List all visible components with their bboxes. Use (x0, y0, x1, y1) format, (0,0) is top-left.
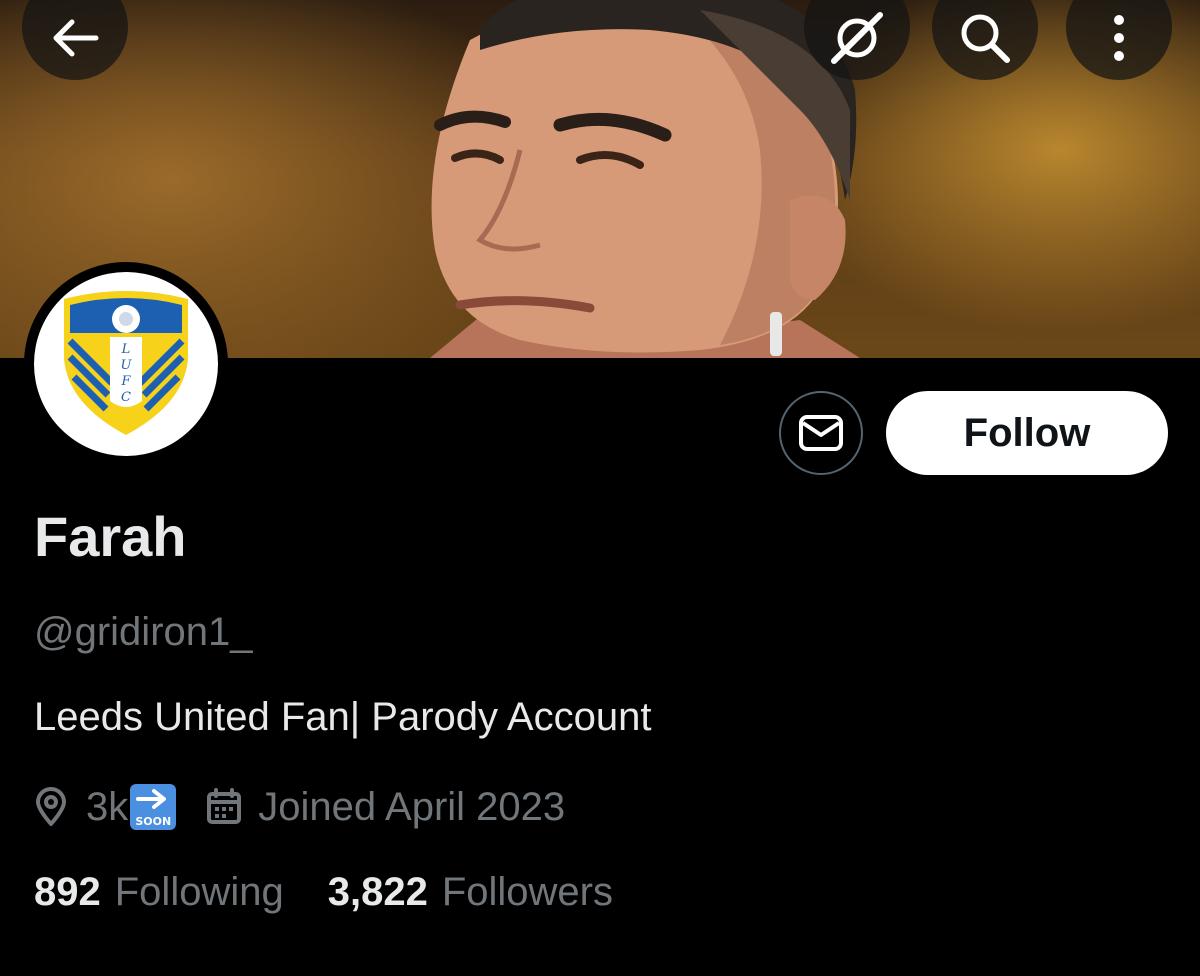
grok-icon (831, 12, 883, 64)
avatar[interactable]: L U F C (24, 262, 228, 466)
following-count[interactable]: 892 (34, 872, 101, 912)
right-arrow-icon (136, 789, 167, 809)
following-label[interactable]: Following (115, 872, 284, 912)
profile-meta-row: 3k SOON Joined April 2023 (34, 782, 565, 832)
calendar-icon (207, 788, 242, 824)
username-handle: @gridiron1_ (34, 610, 253, 654)
profile-bio: Leeds United Fan| Parody Account (34, 695, 652, 739)
soon-emoji-text: SOON (135, 815, 172, 828)
follow-button[interactable]: Follow (886, 391, 1168, 475)
followers-label[interactable]: Followers (442, 872, 613, 912)
display-name: Farah (34, 505, 187, 568)
followers-count[interactable]: 3,822 (328, 872, 428, 912)
more-vertical-icon (1114, 15, 1124, 61)
search-icon (961, 14, 1010, 63)
location-pin-icon (36, 787, 66, 826)
leeds-united-crest-image: L U F C (64, 291, 188, 435)
follow-stats: 892 Following 3,822 Followers (34, 872, 657, 912)
avatar-image: L U F C (34, 272, 218, 456)
location-text: 3k (86, 784, 129, 829)
envelope-icon (799, 415, 843, 451)
svg-text:C: C (121, 390, 131, 405)
joined-date: Joined April 2023 (258, 784, 566, 829)
svg-text:U: U (121, 358, 133, 373)
back-arrow-icon (53, 19, 99, 57)
message-button[interactable] (779, 391, 863, 475)
svg-text:L: L (121, 342, 131, 357)
svg-text:F: F (120, 374, 131, 389)
soon-arrow-emoji: SOON (130, 784, 177, 830)
